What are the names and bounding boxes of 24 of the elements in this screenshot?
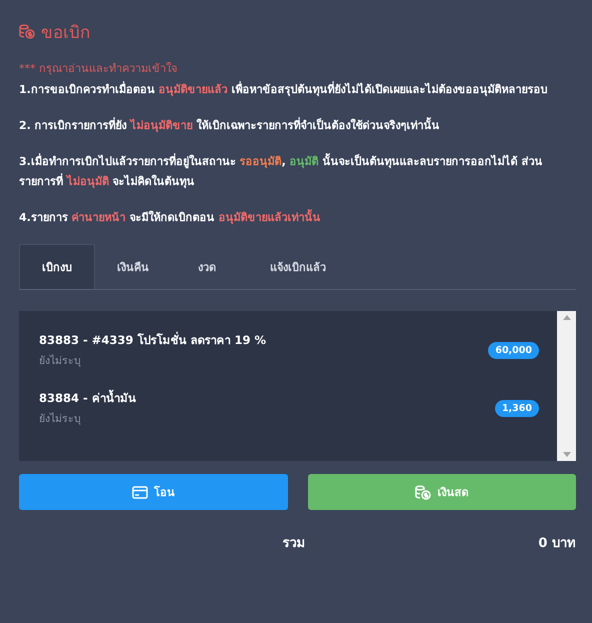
tab[interactable]: งวด [171, 244, 243, 289]
warning-text: *** กรุณาอ่านและทำความเข้าใจ [19, 61, 178, 77]
note-text: 4.รายการ ค่านายหน้า จะมีให้กดเบิกตอน อนุมัติขายแล้วเท่านั้น [19, 208, 322, 226]
item-subtitle: ยังไม่ระบุ [39, 354, 82, 369]
item-title[interactable]: 83884 - ค่าน้ำมัน [39, 389, 136, 407]
tab[interactable]: เบิกงบ [19, 244, 95, 289]
page-title: ขอเบิก [19, 18, 576, 45]
item-subtitle: ยังไม่ระบุ [39, 412, 82, 427]
tab[interactable]: แจ้งเบิกแล้ว [243, 244, 353, 289]
total-label: รวม [282, 535, 306, 553]
note-text: 2. การเบิกรายการที่ยัง ไม่อนุมัติขาย ให้เบิกเฉพาะรายการที่จำเป็นต้องใช้ด่วนจริงๆเท่านั้น [19, 116, 440, 134]
coins-icon [19, 24, 35, 39]
amount-badge: 1,360 [494, 400, 539, 416]
note-text: 1.การขอเบิกควรทำเมื่อตอน อนุมัติขายแล้ว เพื่อหาข้อสรุปต้นทุนที่ยังไม่ได้เปิดเผยและไม่ต้องขออนุมัติหลายรอบ [19, 80, 549, 98]
tab[interactable]: เงินคืน [95, 244, 171, 289]
amount-badge: 60,000 [488, 342, 539, 358]
credit-card-icon [132, 486, 148, 498]
scroll-down-arrow-icon[interactable] [562, 452, 570, 457]
coins-icon [415, 484, 432, 500]
item-title[interactable]: 83883 - #4339 โปรโมชั่น ลดราคา 19 % [39, 331, 266, 349]
total-value: 0 บาท [538, 535, 576, 553]
note-text: 3.เมื่อทำการเบิกไปแล้วรายการที่อยู่ในสถานะ รออนุมัติ, อนุมัติ นั้นจะเป็นต้นทุนและลบรายการออกไม่ได้ ส่วนรายการที่ ไม่อนุมัติ จะไม่คิดในต้นทุน [19, 152, 544, 190]
scrollbar[interactable] [557, 311, 576, 461]
scroll-up-arrow-icon[interactable] [562, 315, 570, 320]
